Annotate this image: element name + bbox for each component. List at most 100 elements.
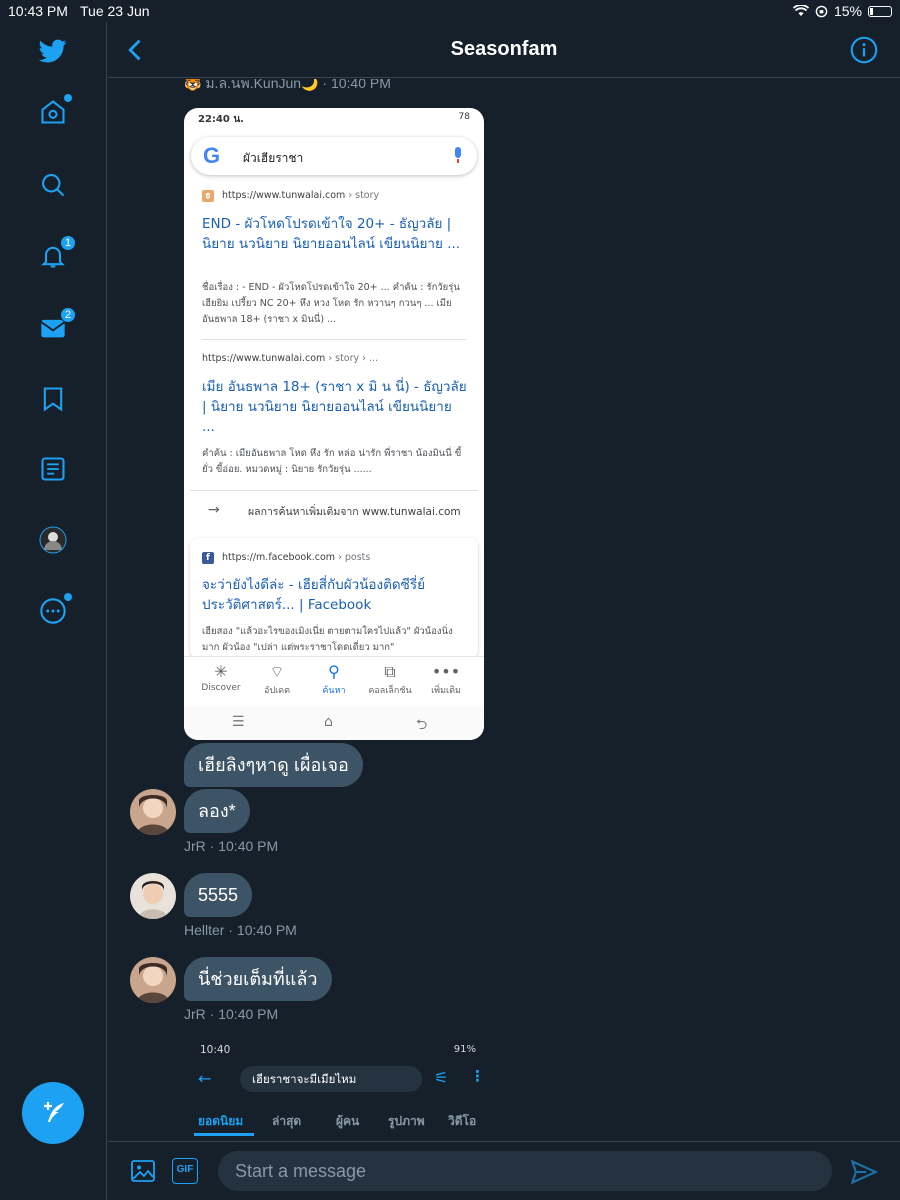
s1-divider (202, 339, 466, 340)
message-bubble[interactable]: นี่ช่วยเต็มที่แล้ว (184, 957, 332, 1001)
avatar-hellter[interactable] (130, 873, 176, 919)
quill-plus-icon (44, 1102, 64, 1122)
conversation-header: Seasonfam (108, 22, 900, 78)
twitter-logo-icon[interactable] (38, 36, 68, 66)
image-attachment-google-search[interactable]: 22:40 น. 78 G ผัวเฮียราชา ธ https://www.… (184, 108, 484, 740)
s2-status-time: 10:40 (200, 1044, 231, 1056)
wifi-icon (792, 5, 809, 16)
status-date: Tue 23 Jun (80, 3, 150, 19)
updates-icon: ⌔ (269, 662, 285, 681)
notifications-badge: 1 (60, 235, 76, 251)
s1-nav-more: ••• เพิ่มเติม (416, 661, 476, 697)
s2-tab-top: ยอดนิยม (198, 1114, 244, 1128)
message-input[interactable] (218, 1151, 832, 1191)
sidebar-item-home[interactable] (38, 94, 72, 127)
tunwalai-favicon-icon: ธ (202, 190, 214, 202)
s2-tab-photos: รูปภาพ (388, 1114, 425, 1128)
avatar-jrr[interactable] (130, 957, 176, 1003)
status-right: 15% (792, 3, 892, 19)
sidebar-item-profile[interactable] (38, 525, 68, 555)
info-icon[interactable] (850, 36, 878, 64)
sidebar-item-messages[interactable]: 2 (38, 307, 76, 343)
sidebar-item-bookmarks[interactable] (38, 384, 68, 414)
compose-tweet-button[interactable] (22, 1082, 84, 1144)
s2-search-field: เฮียราชาจะมีเมียไหม (240, 1066, 422, 1092)
search-icon: ⚲ (328, 662, 340, 681)
back-arrow-icon: ← (198, 1069, 212, 1088)
s1-result-snippet: ชื่อเรื่อง : - END - ผัวโหดโปรดเข้าใจ 20… (202, 282, 460, 325)
message-meta: 🐯 ม.ล.นพ.KunJun🌙 · 10:40 PM (184, 79, 391, 91)
s1-more-results-text: ผลการค้นหาเพิ่มเติมจาก www.tunwalai.com (248, 506, 461, 518)
s1-result-url: https://www.tunwalai.com › story › ... (202, 353, 379, 364)
facebook-favicon-icon: f (202, 552, 214, 564)
s1-nav-collections: ⧉ คอลเล็กชัน (360, 661, 420, 697)
collections-icon: ⧉ (384, 662, 396, 681)
mic-icon (455, 147, 461, 163)
s2-tab-latest: ล่าสุด (272, 1114, 302, 1128)
vertical-dots-icon: ⋮ (470, 1067, 485, 1085)
s2-tab-people: ผู้คน (336, 1114, 360, 1128)
s1-search-bar: G ผัวเฮียราชา (191, 137, 477, 175)
s1-result-title: เมีย อันธพาล 18+ (ราชา x มิ น นี่) - ธัญ… (202, 379, 467, 435)
filter-sliders-icon: ⚟ (434, 1068, 449, 1087)
s1-more-results: → ผลการค้นหาเพิ่มเติมจาก www.tunwalai.co… (190, 490, 478, 530)
arrow-right-icon: → (208, 502, 220, 518)
battery-percent: 15% (833, 3, 862, 19)
s1-result-snippet: คำค้น : เมียอันธพาล โหด หึง รัก หล่อ น่า… (202, 448, 462, 475)
s1-nav-discover: ✳ Discover (191, 661, 251, 693)
s1-status-time: 22:40 น. (198, 114, 244, 125)
message-bubble[interactable]: 5555 (184, 873, 253, 917)
s1-result-url: https://m.facebook.com › posts (222, 552, 371, 563)
s2-active-tab-indicator (194, 1133, 254, 1136)
s1-result-url: https://www.tunwalai.com › story (222, 190, 380, 201)
send-icon[interactable] (850, 1158, 878, 1186)
s1-nav-search: ⚲ ค้นหา (304, 661, 364, 697)
s1-bottom-nav: ✳ Discover ⌔ อัปเดต ⚲ ค้นหา ⧉ คอลเล็กชัน •••… (184, 656, 484, 706)
s1-result-title: จะว่ายังไงดีล่ะ - เฮียสี่กับผัวน้องติดซี… (202, 577, 425, 613)
bookmark-icon (43, 387, 63, 412)
s2-tab-videos: วิดีโอ (448, 1114, 477, 1128)
more-circle-icon (40, 598, 66, 624)
search-icon (42, 174, 65, 197)
s1-search-query: ผัวเฮียราชา (243, 151, 304, 165)
home-icon: ⌂ (324, 714, 333, 730)
sidebar: 1 2 (0, 22, 107, 1200)
home-icon (41, 100, 65, 124)
more-unread-dot (64, 593, 72, 601)
profile-avatar (39, 526, 67, 554)
message-meta: JrR · 10:40 PM (184, 838, 279, 854)
message-bubble[interactable]: ลอง* (184, 789, 250, 833)
sidebar-item-lists[interactable] (38, 454, 68, 484)
avatar-jrr[interactable] (130, 789, 176, 835)
home-unread-dot (64, 94, 72, 102)
recents-icon: ☰ (232, 714, 245, 730)
s1-facebook-card: f https://m.facebook.com › posts จะว่ายั… (190, 538, 478, 658)
s1-result-snippet: เฮียสอง "แล้วอะไรของเมิงเนี่ย ตายตามใครไ… (202, 626, 453, 653)
gif-button[interactable]: GIF (172, 1158, 198, 1184)
status-bar: 10:43 PM Tue 23 Jun 15% (0, 0, 900, 22)
s1-nav-updates: ⌔ อัปเดต (247, 661, 307, 697)
sidebar-item-explore[interactable] (38, 170, 68, 200)
messages-badge: 2 (60, 307, 76, 323)
s1-status-battery: 78 (458, 112, 470, 122)
sparkle-icon: ✳ (214, 662, 228, 681)
message-meta: Hellter · 10:40 PM (184, 922, 297, 938)
conversation-title: Seasonfam (450, 38, 558, 60)
sidebar-item-more[interactable] (38, 593, 72, 626)
rotation-lock-icon (815, 5, 828, 17)
s1-result-title: END - ผัวโหดโปรดเข้าใจ 20+ - ธัญวลัย | น… (202, 216, 461, 252)
list-icon (41, 457, 65, 481)
s1-system-nav: ☰ ⌂ ⮌ (184, 706, 484, 740)
more-dots-icon: ••• (431, 662, 461, 681)
back-icon: ⮌ (416, 717, 428, 733)
battery-icon (868, 5, 892, 17)
status-time: 10:43 PM (8, 3, 68, 19)
sidebar-item-notifications[interactable]: 1 (38, 235, 76, 271)
s2-status-battery: 91% (453, 1044, 476, 1055)
image-icon[interactable] (130, 1158, 156, 1184)
image-attachment-twitter-search[interactable]: 10:40 91% ← เฮียราชาจะมีเมียไหม ⚟ ⋮ ยอดน… (186, 1037, 490, 1141)
message-bubble[interactable]: เฮียลิงๆหาดู เผื่อเจอ (184, 743, 363, 787)
google-logo-icon: G (203, 143, 221, 168)
message-composer: GIF (108, 1141, 900, 1200)
message-list[interactable]: 🐯 ม.ล.นพ.KunJun🌙 · 10:40 PM 22:40 น. 78 … (108, 79, 900, 1141)
